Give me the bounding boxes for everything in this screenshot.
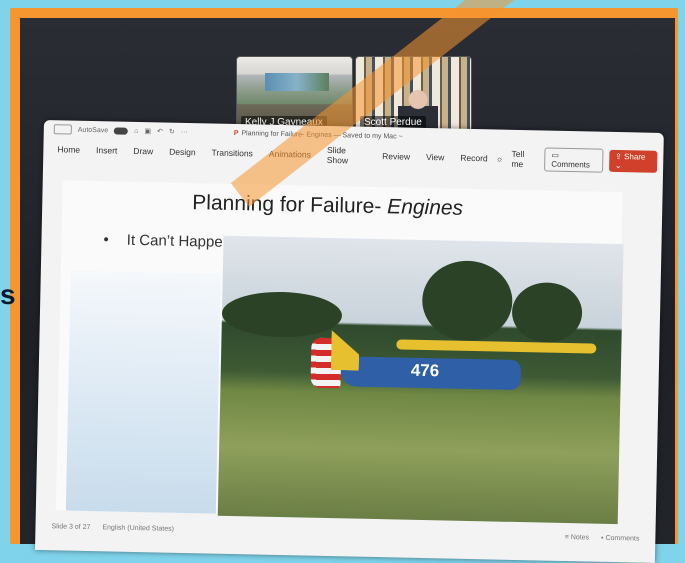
comment-icon: ▭	[551, 150, 560, 160]
status-comments-button[interactable]: ▪ Comments	[601, 534, 639, 542]
tab-record[interactable]: Record	[452, 153, 496, 164]
tab-home[interactable]: Home	[49, 144, 88, 155]
tree	[221, 290, 343, 339]
slide-counter: Slide 3 of 27	[51, 522, 91, 531]
plane-wing	[396, 339, 597, 354]
notes-button[interactable]: ≡ Notes	[565, 533, 589, 541]
tab-insert[interactable]: Insert	[88, 145, 125, 156]
tab-slide-show[interactable]: Slide Show	[319, 145, 375, 166]
slide-canvas[interactable]: Planning for Failure- Engines • It Can’t …	[55, 180, 624, 525]
tell-me-search[interactable]: Tell me	[503, 149, 544, 170]
home-icon[interactable]: ⌂	[134, 127, 138, 134]
wall-painting	[265, 73, 329, 91]
tab-draw[interactable]: Draw	[125, 146, 161, 157]
autosave-label: AutoSave	[77, 126, 109, 134]
tab-design[interactable]: Design	[161, 146, 204, 158]
plane-rudder	[331, 330, 360, 371]
more-icon[interactable]: ···	[181, 128, 188, 135]
plane-number: 476	[410, 360, 440, 381]
slide-title: Planning for Failure- Engines	[192, 191, 464, 220]
tab-transitions[interactable]: Transitions	[204, 147, 261, 159]
comments-button[interactable]: ▭ Comments	[544, 147, 604, 173]
language-indicator[interactable]: English (United States)	[102, 524, 174, 532]
share-icon: ⇪	[615, 151, 625, 162]
tab-view[interactable]: View	[418, 152, 452, 163]
tree	[421, 259, 514, 342]
lightbulb-icon: ☼	[495, 153, 504, 164]
slide-side-panel	[65, 270, 221, 514]
biplane-photo: 476	[217, 235, 624, 525]
undo-icon[interactable]: ↶	[157, 127, 163, 135]
sidebar-toggle-icon[interactable]	[53, 124, 72, 135]
powerpoint-icon: P	[233, 129, 239, 137]
save-icon[interactable]: ▣	[144, 127, 151, 135]
tree	[511, 281, 583, 344]
powerpoint-window: AutoSave ⌂ ▣ ↶ ↻ ··· P Planning for Failu…	[34, 120, 664, 563]
redo-icon[interactable]: ↻	[169, 128, 175, 136]
tab-review[interactable]: Review	[374, 151, 418, 162]
bullet-dot-icon: •	[103, 231, 109, 249]
autosave-toggle[interactable]	[114, 126, 129, 135]
edge-glyph: s	[0, 279, 16, 310]
share-button[interactable]: ⇪ Share ⌄	[608, 149, 658, 173]
